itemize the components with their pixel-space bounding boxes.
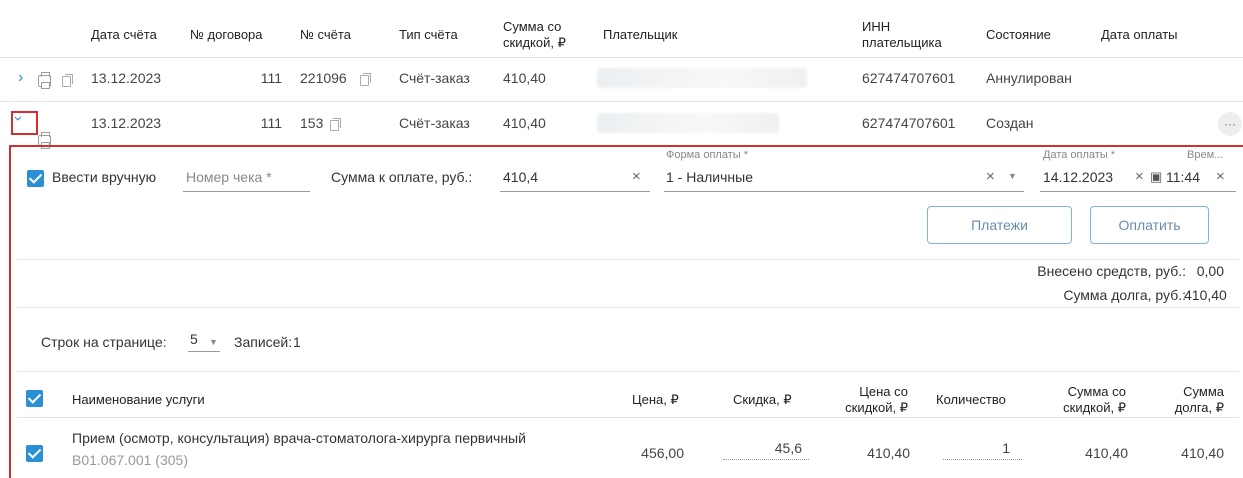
invoice-state: Аннулирован [986,70,1072,86]
time-label: Врем... [1187,149,1224,161]
col-price[interactable]: Цена, ₽ [632,392,679,408]
dropdown-arrow-icon[interactable]: ▼ [1008,171,1017,181]
service-sum-discount: 410,40 [1085,445,1128,461]
invoice-sum: 410,40 [503,115,546,131]
service-price: 456,00 [641,445,684,461]
col-contract[interactable]: № договора [190,27,263,43]
deposited-label: Внесено средств, руб.: [1037,263,1186,279]
invoice-inn: 627474707601 [862,115,956,131]
time-input[interactable]: 11:44 [1166,169,1200,185]
chevron-right-icon[interactable]: › [18,69,23,87]
copy-icon[interactable] [60,73,73,89]
invoice-sum: 410,40 [503,70,546,86]
dropdown-arrow-icon[interactable]: ▼ [209,337,218,347]
clear-time-icon[interactable]: × [1216,168,1225,185]
invoice-row[interactable]: › 13.12.2023 111 221096 Счёт-заказ 410,4… [0,0,1243,89]
invoice-contract: 111 [260,115,282,131]
deposited-value: 0,00 [1196,263,1224,279]
col-inn[interactable]: ИНН плательщика [862,19,962,51]
service-discount[interactable]: 45,6 [738,440,802,456]
col-pay-date[interactable]: Дата оплаты [1101,27,1178,43]
invoice-contract: 111 [260,70,282,86]
service-quantity[interactable]: 1 [970,440,1010,456]
invoice-date: 13.12.2023 [91,70,162,86]
col-quantity[interactable]: Количество [936,392,1006,408]
manual-entry-checkbox[interactable] [27,170,44,187]
rows-per-page-label: Строк на странице: [41,334,167,350]
col-service-name[interactable]: Наименование услуги [72,392,205,408]
debt-value: 410,40 [1184,287,1227,303]
more-actions-button[interactable]: ··· [1218,112,1242,136]
expand-highlight [11,111,38,135]
service-debt: 410,40 [1181,445,1224,461]
invoice-date: 13.12.2023 [91,115,162,131]
col-invoice-no[interactable]: № счёта [300,27,351,43]
pay-date-input[interactable]: 14.12.2023 [1043,169,1113,185]
copy-icon[interactable] [358,72,371,88]
col-discount[interactable]: Скидка, ₽ [733,392,792,408]
records-count: 1 [293,334,301,350]
pay-form-select[interactable]: 1 - Наличные [666,169,753,185]
payment-panel [9,145,1243,478]
records-label: Записей: [234,334,293,350]
manual-entry-label: Ввести вручную [52,169,157,185]
invoice-number: 153 [300,115,324,131]
debt-label: Сумма долга, руб.: [1063,287,1186,303]
col-price-discount[interactable]: Цена со скидкой, ₽ [812,384,908,416]
payer-blurred [597,113,779,133]
payer-blurred [597,68,807,88]
service-row-checkbox[interactable] [26,445,43,462]
invoice-state: Создан [986,115,1034,131]
invoice-type: Счёт-заказ [399,115,470,131]
service-price-discount: 410,40 [867,445,910,461]
col-type[interactable]: Тип счёта [399,27,458,43]
col-sum-discount[interactable]: Сумма со скидкой, ₽ [1030,384,1126,416]
receipt-number-input[interactable]: Номер чека * [186,169,272,185]
invoice-number: 221096 [300,70,347,86]
col-sum-discount[interactable]: Сумма со скидкой, ₽ [503,19,583,51]
clear-pay-form-icon[interactable]: × [986,168,995,185]
rows-per-page-select[interactable]: 5 [190,331,198,347]
col-state[interactable]: Состояние [986,27,1051,43]
select-all-checkbox[interactable] [26,390,43,407]
pay-button[interactable]: Оплатить [1090,206,1209,244]
amount-label: Сумма к оплате, руб.: [331,169,473,185]
clear-date-icon[interactable]: × [1135,168,1144,185]
amount-input[interactable]: 410,4 [503,169,538,185]
invoice-type: Счёт-заказ [399,70,470,86]
col-debt[interactable]: Сумма долга, ₽ [1160,384,1224,416]
pay-form-label: Форма оплаты * [666,149,748,161]
copy-icon[interactable] [328,117,341,133]
chevron-down-icon[interactable]: › [10,116,27,121]
clear-amount-icon[interactable]: × [632,168,641,185]
printer-icon[interactable] [38,72,51,89]
col-date[interactable]: Дата счёта [91,27,157,43]
pay-date-label: Дата оплаты * [1043,149,1116,161]
service-name: Прием (осмотр, консультация) врача-стома… [72,430,526,446]
payments-button[interactable]: Платежи [927,206,1072,244]
col-payer[interactable]: Плательщик [603,27,677,43]
service-code: B01.067.001 (305) [72,452,188,468]
invoice-inn: 627474707601 [862,70,956,86]
calendar-icon[interactable]: ▣ [1150,169,1162,185]
